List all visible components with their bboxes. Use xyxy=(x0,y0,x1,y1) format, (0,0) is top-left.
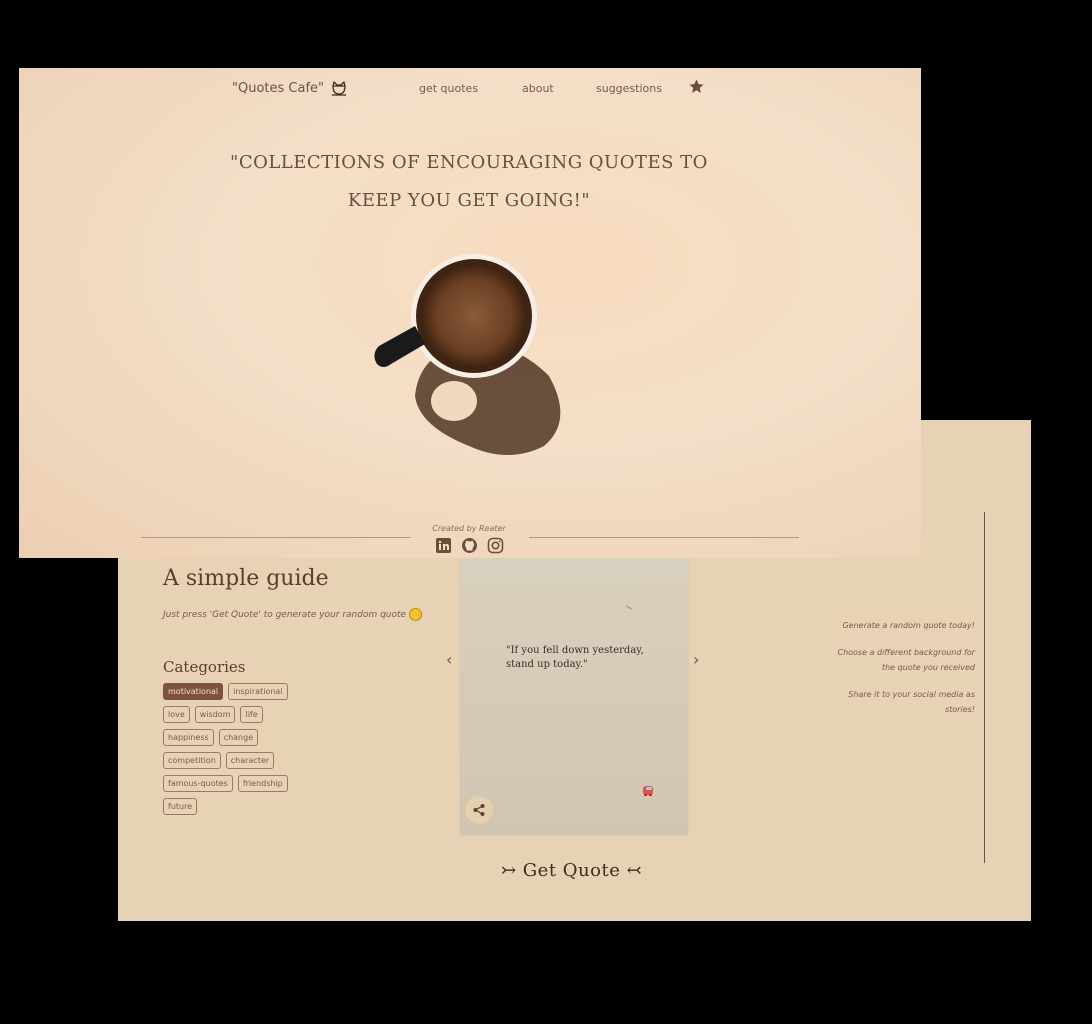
category-chip-change[interactable]: change xyxy=(218,729,259,746)
smile-emoji-icon xyxy=(409,608,423,621)
guide-subtitle-text: Just press 'Get Quote' to generate your … xyxy=(163,610,407,620)
category-chip-friendship[interactable]: friendship xyxy=(237,775,288,792)
category-chip-future[interactable]: future xyxy=(163,798,198,815)
instagram-icon[interactable] xyxy=(487,537,504,554)
character-sticker-icon xyxy=(640,782,656,802)
next-arrow-icon[interactable]: › xyxy=(693,650,699,669)
category-row: future xyxy=(163,798,323,815)
quote-text: "If you fell down yesterday, stand up to… xyxy=(506,645,644,670)
nav-get-quotes[interactable]: get quotes xyxy=(419,82,478,95)
vertical-divider xyxy=(984,512,985,863)
guide-subtitle: Just press 'Get Quote' to generate your … xyxy=(163,608,423,621)
nav-suggestions[interactable]: suggestions xyxy=(596,82,662,95)
coffee-cat-icon xyxy=(332,81,347,96)
category-chip-motivational[interactable]: motivational xyxy=(163,683,224,700)
share-icon xyxy=(473,804,485,816)
previous-arrow-icon[interactable]: ‹ xyxy=(446,650,452,669)
footer-divider-left xyxy=(141,537,411,538)
nav-about[interactable]: about xyxy=(522,82,554,95)
category-row: happiness change xyxy=(163,729,323,746)
category-chips: motivational inspirational love wisdom life h… xyxy=(163,683,323,821)
guide-title: A simple guide xyxy=(163,566,329,591)
footer-credit: Created by Reater xyxy=(432,524,506,533)
coffee-cup-image xyxy=(374,254,561,455)
category-row: love wisdom life xyxy=(163,706,323,723)
category-row: famous-quotes friendship xyxy=(163,775,323,792)
footer-divider-right xyxy=(529,537,799,538)
category-chip-happiness[interactable]: happiness xyxy=(163,729,214,746)
star-icon[interactable] xyxy=(688,78,705,95)
brand[interactable]: "Quotes Cafe" xyxy=(232,79,348,97)
category-chip-famous-quotes[interactable]: famous-quotes xyxy=(163,775,233,792)
category-chip-wisdom[interactable]: wisdom xyxy=(194,706,236,723)
category-chip-competition[interactable]: competition xyxy=(163,752,221,769)
github-icon[interactable] xyxy=(461,537,478,554)
linkedin-icon[interactable] xyxy=(435,537,452,554)
card-texture-mark xyxy=(626,605,632,610)
categories-title: Categories xyxy=(163,658,246,676)
hero-title: "COLLECTIONS OF ENCOURAGING QUOTES TO KE… xyxy=(230,152,708,211)
step-item: Choose a different background for the qu… xyxy=(837,648,975,672)
brand-text: "Quotes Cafe" xyxy=(232,80,325,96)
steps-list: Generate a random quote today! Choose a d… xyxy=(823,618,975,729)
share-button[interactable] xyxy=(465,796,493,824)
get-quote-button[interactable]: ↣ Get Quote ↢ xyxy=(501,860,642,881)
category-chip-inspirational[interactable]: inspirational xyxy=(228,683,288,700)
category-chip-character[interactable]: character xyxy=(225,752,275,769)
category-row: motivational inspirational xyxy=(163,683,323,700)
step-item: Share it to your social media as stories… xyxy=(848,690,975,714)
category-chip-love[interactable]: love xyxy=(163,706,190,723)
category-row: competition character xyxy=(163,752,323,769)
step-item: Generate a random quote today! xyxy=(842,621,975,630)
category-chip-life[interactable]: life xyxy=(240,706,263,723)
quote-card: "If you fell down yesterday, stand up to… xyxy=(460,558,688,835)
hero-panel: "Quotes Cafe" get quotes about suggestio… xyxy=(19,68,921,558)
